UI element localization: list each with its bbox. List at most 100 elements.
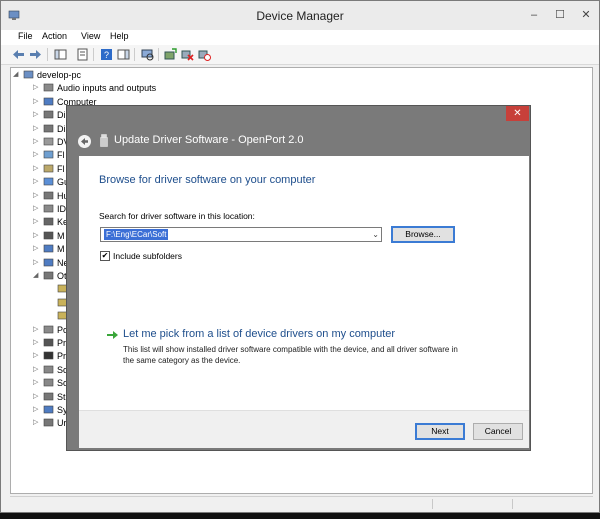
maximize-button[interactable]: ☐	[552, 9, 568, 21]
tree-item-label: M	[57, 230, 65, 241]
chevron-down-icon[interactable]: ⌄	[372, 229, 379, 241]
title-bar[interactable]: Device Manager – ☐ ✕	[1, 1, 599, 30]
close-button[interactable]: ✕	[578, 9, 594, 21]
expand-closed-icon[interactable]: ▷	[33, 391, 41, 403]
green-arrow-icon[interactable]	[107, 330, 118, 340]
uninstall-icon[interactable]	[181, 48, 194, 61]
expand-closed-icon[interactable]: ▷	[33, 96, 41, 108]
device-category-icon	[43, 352, 54, 360]
expand-closed-icon[interactable]: ▷	[33, 82, 41, 94]
expand-closed-icon[interactable]: ▷	[33, 149, 41, 161]
expand-closed-icon[interactable]: ▷	[33, 163, 41, 175]
action-pane-icon[interactable]	[117, 48, 130, 61]
toolbar: ?	[1, 45, 599, 65]
toolbar-separator	[47, 48, 48, 61]
expand-closed-icon[interactable]: ▷	[33, 216, 41, 228]
expand-closed-icon[interactable]	[47, 283, 55, 295]
menu-file[interactable]: File	[18, 31, 33, 41]
device-category-icon	[43, 97, 54, 106]
tree-root-develop-pc[interactable]: ◢ develop-pc	[11, 69, 571, 82]
device-category-icon	[43, 164, 54, 173]
expand-closed-icon[interactable]: ▷	[33, 350, 41, 362]
scan-hardware-icon[interactable]	[141, 48, 154, 61]
device-category-icon	[43, 218, 54, 226]
expand-open-icon[interactable]: ◢	[33, 270, 41, 282]
menu-action[interactable]: Action	[42, 31, 67, 41]
path-value[interactable]: F:\Eng\ECar\Soft	[104, 229, 169, 240]
window-title: Device Manager	[256, 9, 344, 23]
dialog-title: Update Driver Software - OpenPort 2.0	[114, 134, 304, 146]
device-category-icon	[43, 244, 54, 253]
disable-icon[interactable]	[198, 48, 211, 61]
expand-closed-icon[interactable]: ▷	[33, 243, 41, 255]
tree-item-label: Di	[57, 110, 66, 121]
toolbar-separator	[93, 48, 94, 61]
expand-closed-icon[interactable]: ▷	[33, 109, 41, 121]
expand-open-icon[interactable]: ◢	[13, 69, 21, 81]
expand-closed-icon[interactable]: ▷	[33, 337, 41, 349]
include-subfolders-label[interactable]: Include subfolders	[113, 251, 182, 261]
cancel-button[interactable]: Cancel	[473, 423, 523, 440]
tree-item-label: M	[57, 244, 65, 255]
expand-closed-icon[interactable]: ▷	[33, 230, 41, 242]
expand-closed-icon[interactable]: ▷	[33, 203, 41, 215]
menu-help[interactable]: Help	[110, 31, 129, 41]
show-hide-console-tree-icon[interactable]	[54, 48, 67, 61]
tree-item-label: Audio inputs and outputs	[57, 83, 157, 94]
next-button[interactable]: Next	[415, 423, 465, 440]
include-subfolders-checkbox[interactable]: ✔	[100, 251, 110, 261]
device-category-icon	[43, 325, 54, 333]
tree-item-label: Pr	[57, 338, 66, 348]
menu-bar: File Action View Help	[1, 30, 599, 45]
tree-item-label: Pr	[57, 351, 66, 362]
tree-item-label: develop-pc	[37, 70, 82, 80]
tree-item[interactable]: ▷ Audio inputs and outputs	[11, 82, 571, 95]
expand-closed-icon[interactable]: ▷	[33, 136, 41, 148]
svg-text:?: ?	[104, 50, 109, 60]
pick-driver-link[interactable]: Let me pick from a list of device driver…	[123, 328, 395, 340]
expand-closed-icon[interactable]: ▷	[33, 377, 41, 389]
status-pane	[432, 499, 512, 509]
tree-item-label: Fl	[57, 150, 65, 161]
toolbar-separator	[158, 48, 159, 61]
dialog-close-button[interactable]: ✕	[506, 106, 529, 121]
pick-driver-description: This list will show installed driver sof…	[123, 345, 458, 365]
taskbar	[0, 513, 600, 519]
tree-item-label: Fl	[57, 163, 65, 174]
device-category-icon	[43, 231, 54, 240]
device-category-icon	[43, 419, 54, 427]
back-arrow-icon[interactable]	[78, 135, 91, 148]
device-category-icon	[43, 84, 54, 92]
toolbar-separator	[134, 48, 135, 61]
expand-closed-icon[interactable]: ▷	[33, 417, 41, 429]
tree-item-label: ID	[57, 204, 66, 214]
expand-closed-icon[interactable]	[47, 297, 55, 309]
path-combobox[interactable]: F:\Eng\ECar\Soft ⌄	[100, 227, 382, 242]
expand-closed-icon[interactable]: ▷	[33, 176, 41, 188]
update-driver-icon[interactable]	[164, 48, 177, 61]
device-category-icon	[43, 365, 54, 374]
expand-closed-icon[interactable]: ▷	[33, 190, 41, 202]
expand-closed-icon[interactable]: ▷	[33, 364, 41, 376]
expand-closed-icon[interactable]: ▷	[33, 123, 41, 135]
dialog-footer: Next Cancel	[79, 410, 529, 448]
device-category-icon	[43, 151, 54, 159]
expand-closed-icon[interactable]: ▷	[33, 257, 41, 269]
status-pane	[512, 499, 592, 509]
device-category-icon	[43, 392, 54, 400]
minimize-button[interactable]: –	[526, 9, 542, 21]
device-category-icon	[43, 137, 54, 146]
dialog-heading: Browse for driver software on your compu…	[99, 174, 316, 186]
expand-closed-icon[interactable]: ▷	[33, 324, 41, 336]
device-category-icon	[43, 204, 54, 213]
browse-button[interactable]: Browse...	[391, 226, 455, 243]
back-arrow-icon[interactable]	[12, 48, 25, 61]
expand-closed-icon[interactable]: ▷	[33, 404, 41, 416]
device-category-icon	[43, 124, 54, 132]
menu-view[interactable]: View	[81, 31, 100, 41]
properties-icon[interactable]	[76, 48, 89, 61]
help-icon[interactable]: ?	[100, 48, 113, 61]
device-category-icon	[43, 338, 54, 347]
expand-closed-icon[interactable]	[47, 310, 55, 322]
forward-arrow-icon[interactable]	[29, 48, 42, 61]
